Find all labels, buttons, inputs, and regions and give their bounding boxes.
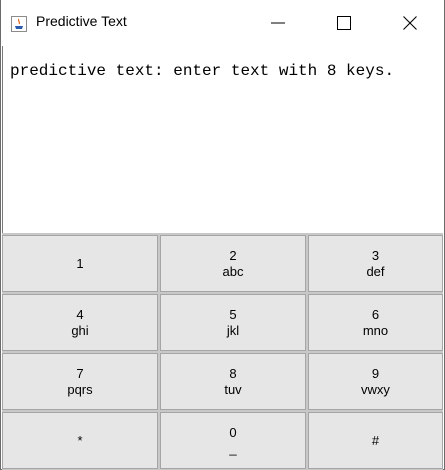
key-letters: mno: [362, 322, 389, 338]
key-5-button[interactable]: 5 jkl: [160, 294, 306, 351]
key-digit: #: [371, 432, 380, 448]
key-4-button[interactable]: 4 ghi: [2, 294, 158, 351]
close-icon: [403, 16, 417, 30]
key-9-button[interactable]: 9 vwxy: [308, 353, 443, 410]
key-digit: *: [77, 432, 83, 448]
java-app-icon: [11, 16, 27, 32]
minimize-icon: [271, 22, 285, 24]
key-letters: abc: [222, 263, 244, 279]
key-digit: 0: [229, 424, 237, 440]
key-letters: vwxy: [361, 381, 390, 397]
key-3-button[interactable]: 3 def: [308, 235, 443, 292]
key-6-button[interactable]: 6 mno: [308, 294, 443, 351]
key-1-button[interactable]: 1: [2, 235, 158, 292]
key-letters: tuv: [224, 381, 242, 397]
app-window: Predictive Text predictive text: enter t…: [0, 0, 445, 470]
minimize-button[interactable]: [255, 0, 301, 46]
key-star-button[interactable]: *: [2, 412, 158, 469]
key-letters: pqrs: [67, 381, 93, 397]
key-digit: 8: [229, 365, 237, 381]
maximize-button[interactable]: [321, 0, 367, 46]
maximize-icon: [337, 16, 351, 30]
text-area[interactable]: predictive text: enter text with 8 keys.: [2, 46, 443, 233]
key-digit: 7: [76, 365, 84, 381]
close-button[interactable]: [387, 0, 433, 46]
key-digit: 4: [76, 306, 84, 322]
key-digit: 1: [76, 255, 84, 271]
keypad: 1 2 abc 3 def 4 ghi 5 jkl 6 mno 7 pqrs 8 tuv 9 vwxy * 0 _ #: [2, 233, 443, 470]
key-2-button[interactable]: 2 abc: [160, 235, 306, 292]
window-title: Predictive Text: [36, 13, 127, 29]
key-8-button[interactable]: 8 tuv: [160, 353, 306, 410]
key-digit: 2: [229, 247, 237, 263]
key-7-button[interactable]: 7 pqrs: [2, 353, 158, 410]
key-0-button[interactable]: 0 _: [160, 412, 306, 469]
key-letters: ghi: [71, 322, 89, 338]
key-digit: 6: [371, 306, 380, 322]
key-digit: 3: [371, 247, 380, 263]
key-letters: jkl: [226, 322, 240, 338]
key-digit: 5: [229, 306, 237, 322]
key-letters: _: [229, 440, 237, 456]
title-bar[interactable]: Predictive Text: [1, 0, 444, 46]
key-hash-button[interactable]: #: [308, 412, 443, 469]
key-digit: 9: [371, 365, 380, 381]
text-area-content: predictive text: enter text with 8 keys.: [10, 62, 395, 80]
key-letters: def: [366, 263, 385, 279]
